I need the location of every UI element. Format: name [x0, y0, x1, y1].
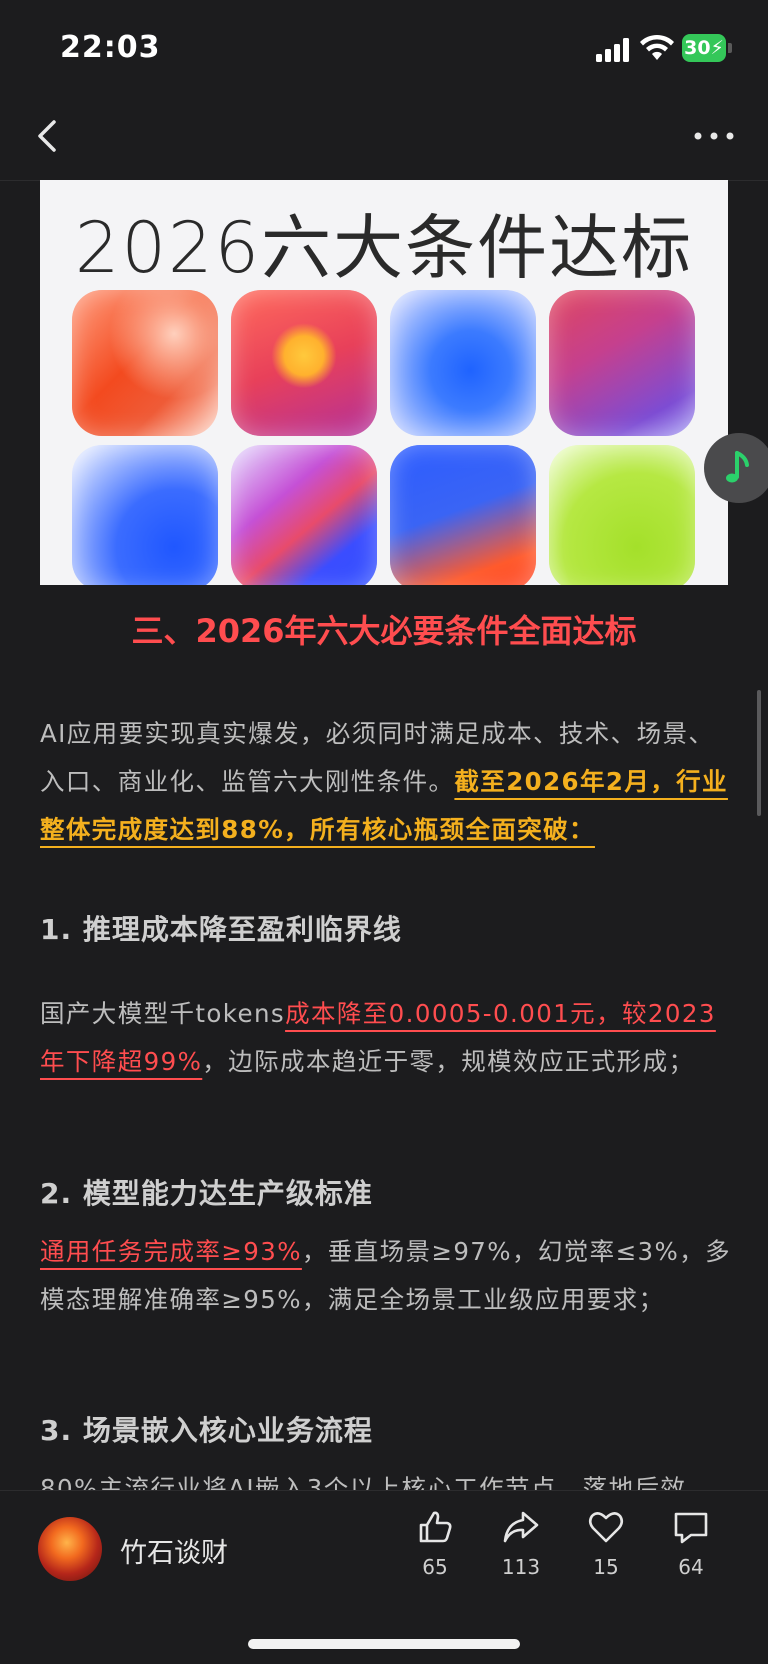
more-icon[interactable]	[690, 126, 738, 146]
gradient-tile	[549, 290, 695, 436]
music-button[interactable]	[704, 433, 768, 503]
status-bar: 22:03 30 ⚡	[0, 0, 768, 96]
item-body: 80%主流行业将AI嵌入3个以上核心工作节点，落地后效	[40, 1465, 732, 1491]
item-title: 2. 模型能力达生产级标准	[40, 1177, 373, 1210]
section-heading: 三、2026年六大必要条件全面达标	[131, 612, 637, 650]
like-button[interactable]: 65	[400, 1507, 470, 1579]
battery-level: 30	[684, 37, 711, 59]
nav-bar	[0, 96, 768, 181]
scrollbar[interactable]	[757, 690, 761, 816]
comment-button[interactable]: 64	[656, 1507, 726, 1579]
share-count: 113	[501, 1555, 541, 1579]
gradient-tile	[390, 445, 536, 585]
share-icon	[503, 1511, 539, 1543]
gradient-tile	[72, 445, 218, 585]
music-note-icon	[726, 451, 749, 483]
gradient-tile	[72, 290, 218, 436]
comment-count: 64	[678, 1555, 704, 1579]
like-count: 65	[422, 1555, 448, 1579]
footer-bar: 竹石谈财 65 113 15 64	[0, 1490, 768, 1664]
favorite-button[interactable]: 15	[571, 1507, 641, 1579]
wifi-icon	[640, 34, 674, 60]
avatar[interactable]	[38, 1517, 102, 1581]
item-body-highlight: 通用任务完成率≥93%	[40, 1237, 302, 1266]
item-title: 3. 场景嵌入核心业务流程	[40, 1414, 373, 1447]
status-time: 22:03	[60, 30, 161, 65]
item-body-text: 国产大模型千tokens	[40, 999, 286, 1028]
author-name[interactable]: 竹石谈财	[120, 1531, 228, 1570]
thumbs-up-icon	[419, 1511, 452, 1543]
intro-paragraph: AI应用要实现真实爆发，必须同时满足成本、技术、场景、入口、商业化、监管六大刚性…	[40, 710, 732, 854]
back-icon[interactable]	[28, 114, 68, 158]
share-button[interactable]: 113	[486, 1507, 556, 1579]
item-body: 国产大模型千tokens成本降至0.0005-0.001元，较2023年下降超9…	[40, 990, 732, 1086]
gradient-tile	[390, 290, 536, 436]
gradient-tile	[231, 290, 377, 436]
gradient-tile	[549, 445, 695, 585]
item-body-text: 80%主流行业将AI嵌入3个以上核心工作节点，落地后效	[40, 1474, 687, 1491]
hero-title: 2026六大条件达标	[74, 207, 694, 289]
charging-bolt-icon: ⚡	[710, 37, 724, 59]
item-body-text: ，边际成本趋近于零，规模效应正式形成；	[202, 1047, 695, 1076]
hero-image: 2026六大条件达标	[40, 180, 728, 585]
comment-icon	[674, 1512, 708, 1544]
signal-icon	[596, 38, 629, 62]
item-body: 通用任务完成率≥93%，垂直场景≥97%，幻觉率≤3%，多模态理解准确率≥95%…	[40, 1228, 732, 1324]
favorite-count: 15	[593, 1555, 619, 1579]
gradient-tile	[231, 445, 377, 585]
heart-icon	[588, 1512, 624, 1543]
battery-icon: 30 ⚡	[682, 34, 726, 62]
item-title: 1. 推理成本降至盈利临界线	[40, 913, 402, 946]
battery-cap	[728, 43, 732, 53]
home-indicator[interactable]	[248, 1639, 520, 1649]
